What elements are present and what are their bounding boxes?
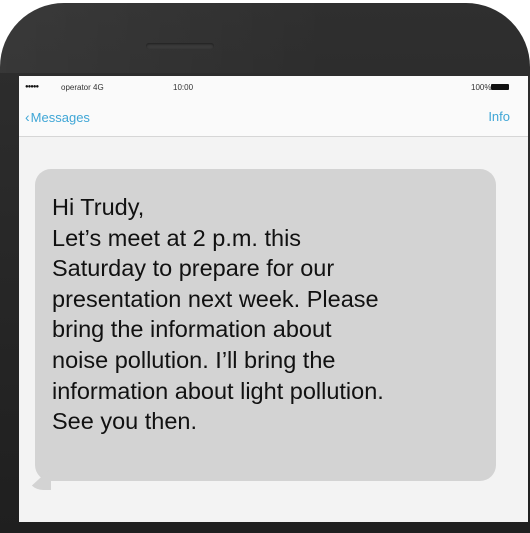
phone-screen: ●●●●● operator 4G 10:00 100% ‹Messages I… [19, 76, 528, 522]
back-label: Messages [30, 110, 90, 125]
phone-frame: ●●●●● operator 4G 10:00 100% ‹Messages I… [0, 3, 530, 533]
battery-percent: 100% [471, 83, 492, 92]
signal-strength-icon: ●●●●● [25, 84, 39, 90]
back-to-messages-button[interactable]: ‹Messages [25, 109, 90, 125]
status-bar: ●●●●● operator 4G 10:00 100% [19, 76, 528, 98]
navigation-bar: ‹Messages Info [19, 98, 528, 137]
phone-shade [0, 3, 330, 73]
speaker-grille [146, 43, 214, 49]
message-bubble[interactable]: Hi Trudy, Let’s meet at 2 p.m. this Satu… [35, 169, 496, 481]
battery-icon [491, 84, 509, 90]
info-button[interactable]: Info [488, 109, 510, 124]
chevron-left-icon: ‹ [25, 109, 30, 125]
carrier-label: operator 4G [61, 83, 104, 92]
status-time: 10:00 [173, 83, 194, 92]
message-text: Hi Trudy, Let’s meet at 2 p.m. this Satu… [52, 194, 384, 435]
